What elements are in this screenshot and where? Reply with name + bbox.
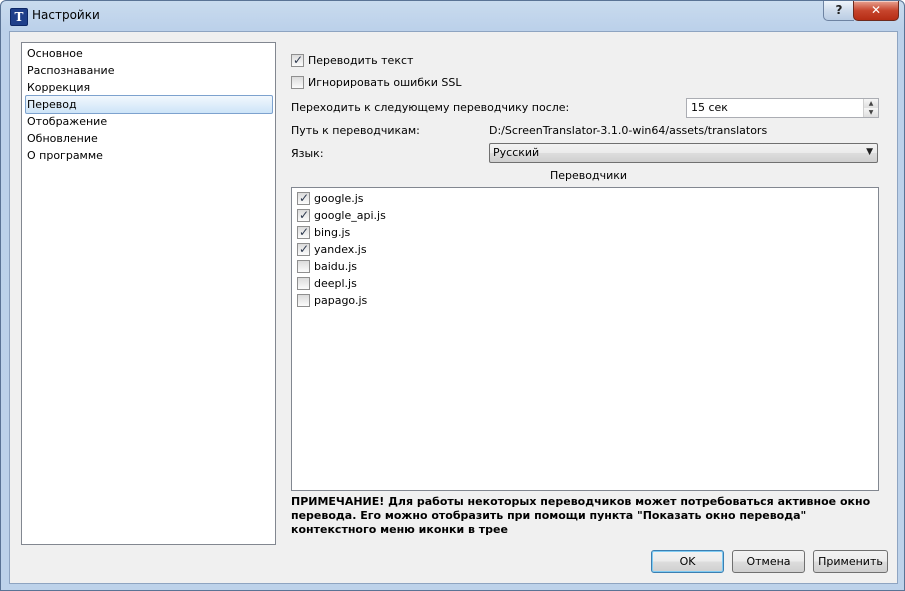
translator-item-bing[interactable]: ✓ bing.js xyxy=(297,225,497,241)
switch-after-label: Переходить к следующему переводчику посл… xyxy=(291,101,570,114)
translator-name: google.js xyxy=(314,192,364,205)
apply-button[interactable]: Применить xyxy=(813,550,888,573)
close-button[interactable]: ✕ xyxy=(853,1,899,21)
translation-window-note: ПРИМЕЧАНИЕ! Для работы некоторых перевод… xyxy=(291,495,871,536)
checkmark-icon: ✓ xyxy=(299,208,310,222)
translate-text-label: Переводить текст xyxy=(308,54,414,67)
translator-item-papago[interactable]: papago.js xyxy=(297,293,497,309)
checkbox-box[interactable]: ✓ xyxy=(291,53,304,67)
spin-up-icon[interactable]: ▲ xyxy=(864,99,878,108)
window-title: Настройки xyxy=(32,8,100,22)
checkbox-box[interactable]: ✓ xyxy=(297,242,310,256)
translators-path-label: Путь к переводчикам: xyxy=(291,124,420,137)
help-button[interactable]: ? xyxy=(823,1,854,21)
switch-after-value[interactable]: 15 сек xyxy=(691,101,728,114)
checkbox-box[interactable] xyxy=(297,294,310,307)
language-select[interactable]: Русский ▼ xyxy=(489,143,878,163)
spin-buttons: ▲ ▼ xyxy=(863,99,878,117)
translator-item-baidu[interactable]: baidu.js xyxy=(297,259,497,275)
switch-after-spinbox[interactable]: 15 сек ▲ ▼ xyxy=(686,98,879,118)
translate-text-checkbox[interactable]: ✓ Переводить текст xyxy=(291,53,491,69)
ok-button[interactable]: OK xyxy=(651,550,724,573)
cancel-button[interactable]: Отмена xyxy=(732,550,805,573)
translators-list[interactable]: ✓ google.js ✓ google_api.js ✓ bing.js ✓ … xyxy=(291,187,879,491)
settings-category-list[interactable]: Основное Распознавание Коррекция Перевод… xyxy=(21,42,276,545)
translator-name: bing.js xyxy=(314,226,351,239)
checkmark-icon: ✓ xyxy=(299,242,310,256)
checkbox-box[interactable]: ✓ xyxy=(297,208,310,222)
translator-name: baidu.js xyxy=(314,260,358,273)
translator-name: yandex.js xyxy=(314,243,367,256)
title-bar[interactable]: T Настройки ? ✕ xyxy=(1,1,904,31)
checkbox-box[interactable] xyxy=(297,260,310,273)
ignore-ssl-label: Игнорировать ошибки SSL xyxy=(308,76,462,89)
translator-item-google-api[interactable]: ✓ google_api.js xyxy=(297,208,497,224)
ignore-ssl-checkbox[interactable]: Игнорировать ошибки SSL xyxy=(291,75,491,91)
app-icon: T xyxy=(10,8,28,26)
checkmark-icon: ✓ xyxy=(299,191,310,205)
translator-item-yandex[interactable]: ✓ yandex.js xyxy=(297,242,497,258)
checkbox-box[interactable] xyxy=(297,277,310,290)
checkbox-box[interactable]: ✓ xyxy=(297,225,310,239)
translator-name: papago.js xyxy=(314,294,368,307)
spin-down-icon[interactable]: ▼ xyxy=(864,108,878,117)
language-value: Русский xyxy=(493,146,540,159)
translator-name: google_api.js xyxy=(314,209,386,222)
chevron-down-icon: ▼ xyxy=(866,147,873,157)
translators-path-value: D:/ScreenTranslator-3.1.0-win64/assets/t… xyxy=(489,124,768,137)
translators-header: Переводчики xyxy=(550,169,628,182)
checkmark-icon: ✓ xyxy=(299,225,310,239)
checkbox-box[interactable] xyxy=(291,76,304,89)
translator-name: deepl.js xyxy=(314,277,357,290)
checkbox-box[interactable]: ✓ xyxy=(297,191,310,205)
dialog-client-area: Основное Распознавание Коррекция Перевод… xyxy=(9,31,898,584)
translator-item-google[interactable]: ✓ google.js xyxy=(297,191,497,207)
language-label: Язык: xyxy=(291,147,324,160)
checkmark-icon: ✓ xyxy=(293,53,304,67)
translator-item-deepl[interactable]: deepl.js xyxy=(297,276,497,292)
settings-window: T Настройки ? ✕ Основное Распознавание К… xyxy=(0,0,905,591)
sidebar-item-about[interactable]: О программе xyxy=(25,146,273,165)
